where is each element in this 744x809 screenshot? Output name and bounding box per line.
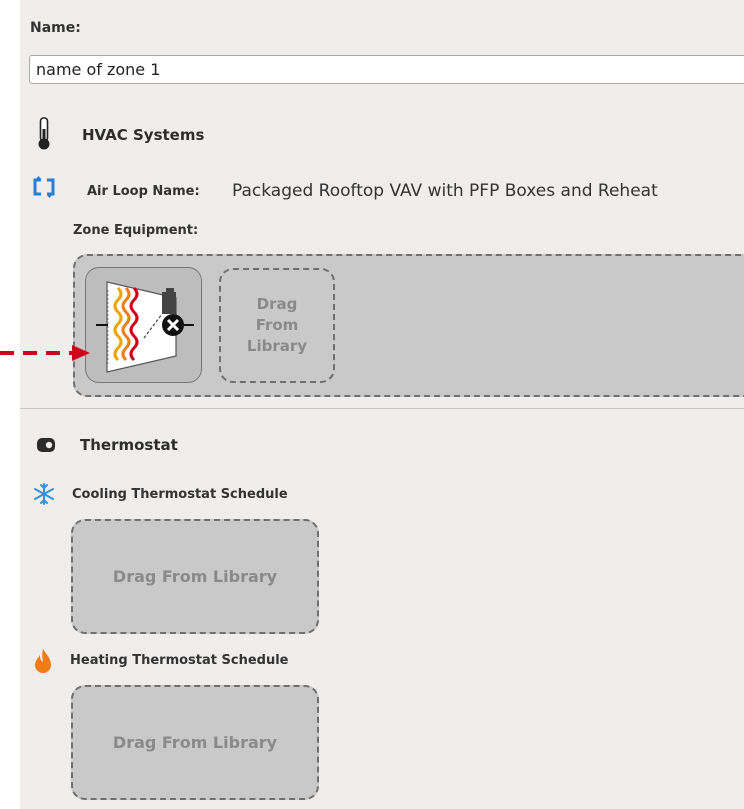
cooling-schedule-label: Cooling Thermostat Schedule [72, 487, 288, 502]
cooling-schedule-drop-zone[interactable]: Drag From Library [71, 519, 319, 634]
snowflake-icon [34, 483, 54, 505]
zone-equipment-label: Zone Equipment: [73, 223, 199, 238]
zone-name-input[interactable] [29, 55, 744, 84]
air-loop-label: Air Loop Name: [87, 184, 200, 199]
thermostat-icon [37, 438, 55, 452]
zone-equipment-drag-target[interactable]: Drag From Library [219, 268, 335, 383]
name-label: Name: [30, 20, 81, 36]
section-divider [20, 408, 744, 409]
air-loop-icon [33, 176, 55, 198]
drag-from-library-text: Drag From Library [112, 733, 278, 752]
heating-schedule-label: Heating Thermostat Schedule [70, 653, 289, 668]
heating-schedule-drop-zone[interactable]: Drag From Library [71, 685, 319, 800]
hvac-systems-title: HVAC Systems [82, 126, 205, 144]
zone-inspector-panel: Name: HVAC Systems Air Loop Name: Packag… [20, 0, 744, 809]
annotation-arrow-icon [0, 345, 90, 361]
flame-icon [35, 649, 51, 673]
pfp-terminal-reheat-icon [96, 281, 194, 373]
thermostat-title: Thermostat [80, 436, 178, 454]
drag-from-library-text: Drag From Library [246, 295, 308, 355]
equipment-item[interactable] [85, 267, 202, 383]
air-loop-value: Packaged Rooftop VAV with PFP Boxes and … [232, 181, 658, 201]
drag-from-library-text: Drag From Library [112, 567, 278, 586]
thermometer-icon [38, 117, 50, 150]
